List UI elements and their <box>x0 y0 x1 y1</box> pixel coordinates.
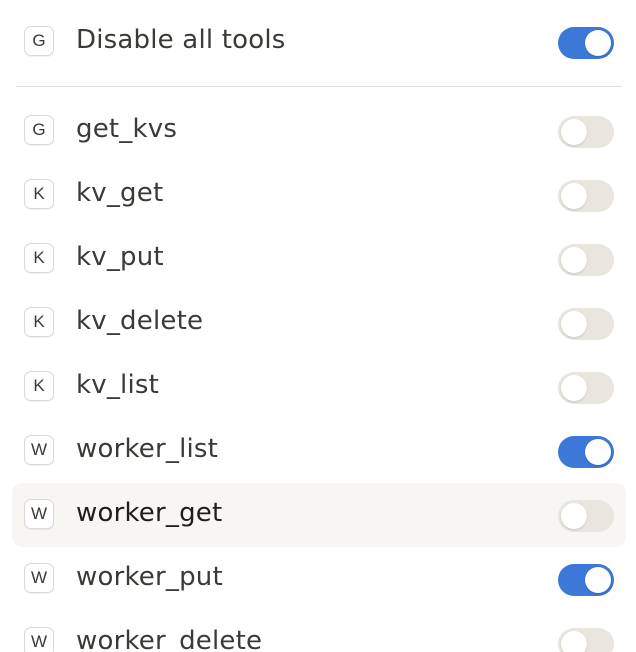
tool-label: worker_list <box>76 434 219 464</box>
tool-row-get-kvs[interactable]: G get_kvs <box>12 99 626 163</box>
tool-badge-icon: K <box>24 307 54 337</box>
tool-toggle-get-kvs[interactable] <box>558 116 614 148</box>
toggle-knob <box>561 311 587 337</box>
toggle-knob <box>561 503 587 529</box>
tool-toggle-kv-list[interactable] <box>558 372 614 404</box>
tool-badge-icon: W <box>24 563 54 593</box>
tool-row-worker-delete[interactable]: W worker_delete <box>12 611 626 652</box>
tool-toggle-worker-delete[interactable] <box>558 628 614 652</box>
toggle-knob <box>585 567 611 593</box>
tool-badge-icon: K <box>24 179 54 209</box>
tool-badge-icon: G <box>24 115 54 145</box>
tool-row-kv-list[interactable]: K kv_list <box>12 355 626 419</box>
tool-label: get_kvs <box>76 114 178 144</box>
server-badge-icon: G <box>20 26 54 58</box>
toggle-knob <box>561 631 587 652</box>
tool-label: kv_list <box>76 370 160 400</box>
toggle-knob <box>585 439 611 465</box>
toggle-knob <box>561 183 587 209</box>
toggle-knob <box>585 30 611 56</box>
divider <box>16 86 622 87</box>
tool-label: worker_get <box>76 498 223 528</box>
toggle-knob <box>561 375 587 401</box>
tool-toggle-kv-get[interactable] <box>558 180 614 212</box>
tool-row-worker-list[interactable]: W worker_list <box>12 419 626 483</box>
tool-label: kv_put <box>76 242 164 272</box>
tool-row-kv-get[interactable]: K kv_get <box>12 163 626 227</box>
tool-badge-icon: W <box>24 627 54 652</box>
tool-toggle-kv-delete[interactable] <box>558 308 614 340</box>
tool-toggle-worker-list[interactable] <box>558 436 614 468</box>
tool-row-worker-put[interactable]: W worker_put <box>12 547 626 611</box>
tool-badge-icon: W <box>24 499 54 529</box>
tool-toggle-worker-get[interactable] <box>558 500 614 532</box>
toggle-knob <box>561 247 587 273</box>
tool-badge-icon: W <box>24 435 54 465</box>
tool-label: worker_delete <box>76 626 263 652</box>
toggle-knob <box>561 119 587 145</box>
tool-row-worker-get[interactable]: W worker_get <box>12 483 626 547</box>
tool-badge-icon: K <box>24 243 54 273</box>
tool-row-kv-put[interactable]: K kv_put <box>12 227 626 291</box>
tool-toggle-kv-put[interactable] <box>558 244 614 276</box>
tool-label: worker_put <box>76 562 223 592</box>
tool-badge-icon: K <box>24 371 54 401</box>
tool-label: kv_get <box>76 178 164 208</box>
tool-toggle-worker-put[interactable] <box>558 564 614 596</box>
disable-all-tools-toggle[interactable] <box>558 27 614 59</box>
tool-row-kv-delete[interactable]: K kv_delete <box>12 291 626 355</box>
tools-panel: G Disable all tools G get_kvs K kv_get K… <box>0 0 636 652</box>
tool-label: kv_delete <box>76 306 204 336</box>
disable-all-tools-row[interactable]: G Disable all tools <box>12 10 626 74</box>
disable-all-tools-label: Disable all tools <box>76 25 286 55</box>
